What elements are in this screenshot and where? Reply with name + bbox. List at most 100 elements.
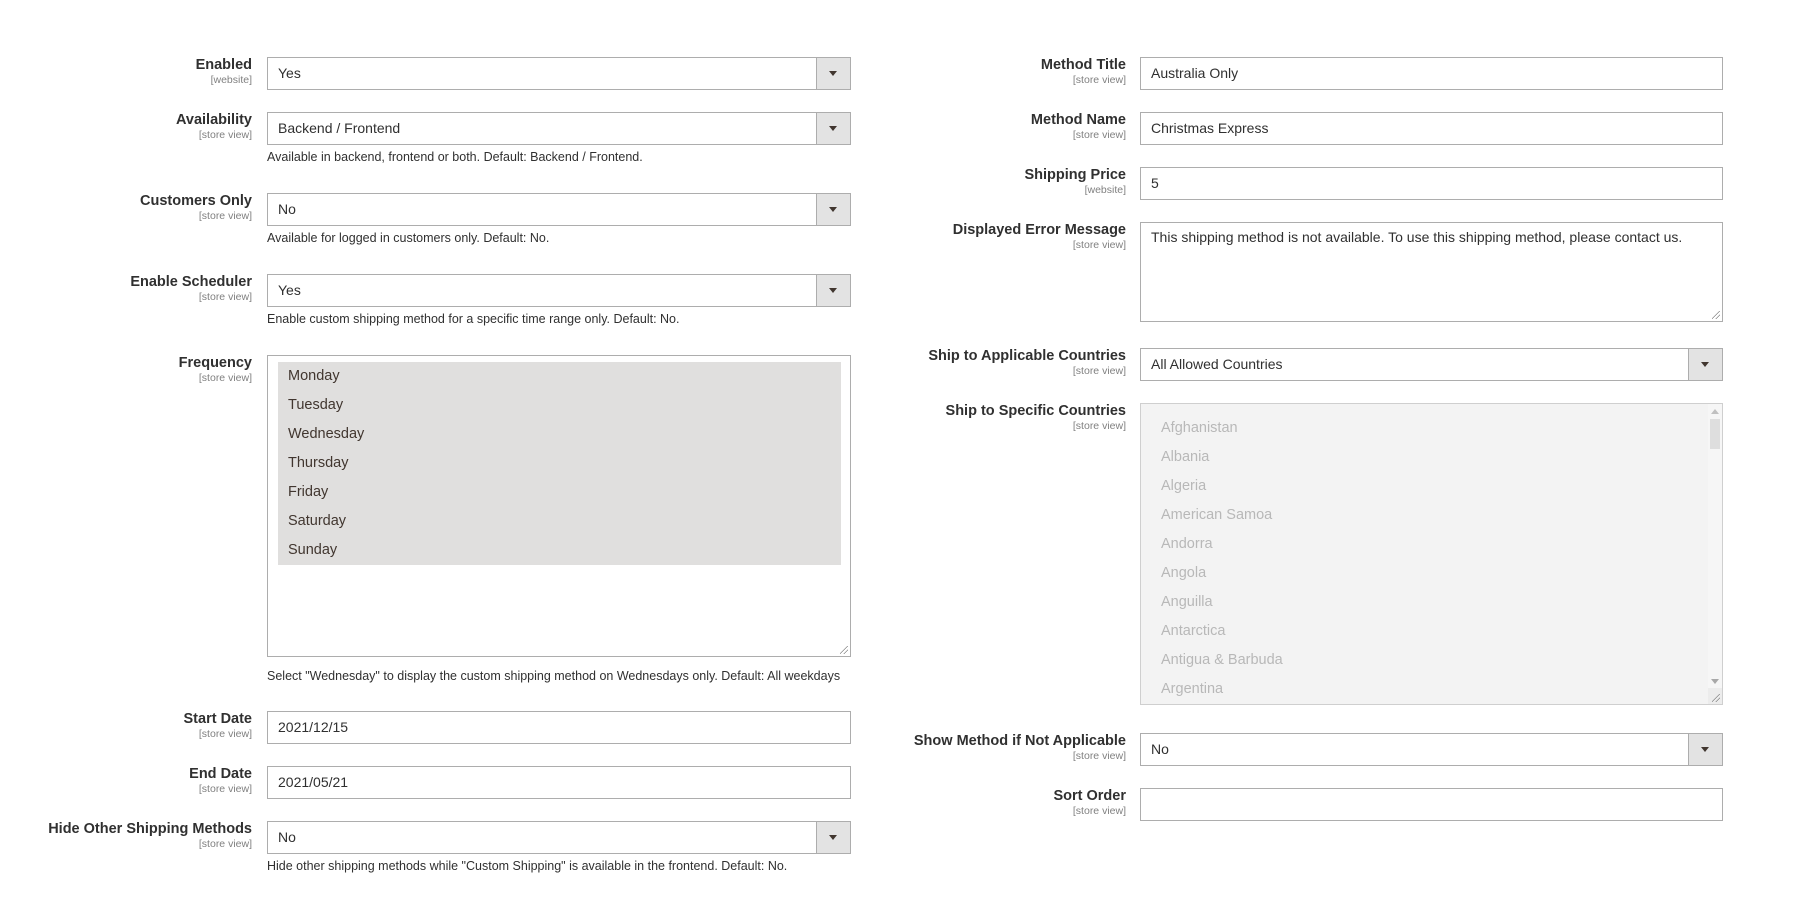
show-method-value: No xyxy=(1151,741,1169,757)
enabled-select[interactable]: Yes xyxy=(267,57,851,90)
method-name-input[interactable]: Christmas Express xyxy=(1140,112,1723,145)
sort-order-input[interactable] xyxy=(1140,788,1723,821)
scroll-up-arrow-icon[interactable] xyxy=(1711,409,1719,414)
applicable-countries-label: Ship to Applicable Countries [store view… xyxy=(928,348,1126,378)
enabled-label-text: Enabled xyxy=(195,57,252,73)
frequency-multiselect[interactable]: Monday Tuesday Wednesday Thursday Friday… xyxy=(267,355,851,657)
chevron-down-icon xyxy=(829,288,837,293)
availability-value: Backend / Frontend xyxy=(278,120,401,136)
country-option: Afghanistan xyxy=(1161,420,1238,436)
chevron-down-icon xyxy=(829,207,837,212)
country-option: Andorra xyxy=(1161,536,1213,552)
country-option: Angola xyxy=(1161,565,1207,581)
customers-only-label: Customers Only [store view] xyxy=(140,193,252,223)
specific-countries-label-text: Ship to Specific Countries xyxy=(945,403,1126,419)
method-title-input[interactable]: Australia Only xyxy=(1140,57,1723,90)
countries-scrollbar[interactable] xyxy=(1708,404,1722,704)
customers-only-note: Available for logged in customers only. … xyxy=(267,231,550,245)
customers-only-dropdown-button[interactable] xyxy=(816,194,850,225)
specific-countries-label: Ship to Specific Countries [store view] xyxy=(946,403,1126,433)
applicable-countries-label-text: Ship to Applicable Countries xyxy=(928,348,1126,364)
customers-only-label-text: Customers Only xyxy=(140,193,252,209)
method-name-label-text: Method Name xyxy=(1030,112,1126,128)
enable-scheduler-note: Enable custom shipping method for a spec… xyxy=(267,312,680,326)
sort-order-label-text: Sort Order xyxy=(1053,788,1126,804)
resize-handle-icon[interactable] xyxy=(840,646,848,654)
frequency-options: Monday Tuesday Wednesday Thursday Friday… xyxy=(278,362,841,565)
country-option: Albania xyxy=(1161,449,1210,465)
applicable-countries-scope: [store view] xyxy=(1072,365,1126,377)
availability-dropdown-button[interactable] xyxy=(816,113,850,144)
customers-only-select[interactable]: No xyxy=(267,193,851,226)
frequency-option-monday[interactable]: Monday xyxy=(278,362,841,391)
frequency-label: Frequency [store view] xyxy=(179,355,252,385)
frequency-note: Select "Wednesday" to display the custom… xyxy=(267,669,841,683)
enable-scheduler-dropdown-button[interactable] xyxy=(816,275,850,306)
start-date-scope: [store view] xyxy=(198,728,252,740)
shipping-price-label: Shipping Price [website] xyxy=(1024,167,1126,197)
frequency-option-thursday[interactable]: Thursday xyxy=(278,449,841,478)
enable-scheduler-select[interactable]: Yes xyxy=(267,274,851,307)
country-option: Antigua & Barbuda xyxy=(1161,652,1283,668)
availability-label-text: Availability xyxy=(175,112,252,128)
error-message-value: This shipping method is not available. T… xyxy=(1151,229,1683,245)
frequency-option-tuesday[interactable]: Tuesday xyxy=(278,391,841,420)
customers-only-value: No xyxy=(278,201,296,217)
applicable-countries-select[interactable]: All Allowed Countries xyxy=(1140,348,1723,381)
hide-other-label-text: Hide Other Shipping Methods xyxy=(48,821,252,837)
hide-other-scope: [store view] xyxy=(198,838,252,850)
specific-countries-multiselect[interactable]: Afghanistan Albania Algeria American Sam… xyxy=(1140,403,1723,705)
show-method-dropdown-button[interactable] xyxy=(1688,734,1722,765)
enabled-label: Enabled [website] xyxy=(196,57,252,87)
chevron-down-icon xyxy=(1701,747,1709,752)
enabled-dropdown-button[interactable] xyxy=(816,58,850,89)
country-option: Anguilla xyxy=(1161,594,1213,610)
sort-order-label: Sort Order [store view] xyxy=(1053,788,1126,818)
enable-scheduler-value: Yes xyxy=(278,282,301,298)
country-option: American Samoa xyxy=(1161,507,1273,523)
end-date-value: 2021/05/21 xyxy=(278,774,349,790)
shipping-price-value: 5 xyxy=(1151,175,1159,191)
method-name-label: Method Name [store view] xyxy=(1031,112,1126,142)
frequency-option-friday[interactable]: Friday xyxy=(278,478,841,507)
sort-order-scope: [store view] xyxy=(1072,805,1126,817)
hide-other-select[interactable]: No xyxy=(267,821,851,854)
end-date-label-text: End Date xyxy=(189,766,252,782)
availability-note: Available in backend, frontend or both. … xyxy=(267,150,643,164)
resize-handle-icon[interactable] xyxy=(1712,311,1720,319)
frequency-option-saturday[interactable]: Saturday xyxy=(278,507,841,536)
specific-countries-scope: [store view] xyxy=(1072,420,1126,432)
start-date-input[interactable]: 2021/12/15 xyxy=(267,711,851,744)
resize-corner xyxy=(1708,688,1722,704)
error-message-scope: [store view] xyxy=(1072,239,1126,251)
end-date-label: End Date [store view] xyxy=(189,766,252,796)
shipping-price-label-text: Shipping Price xyxy=(1024,167,1126,183)
enable-scheduler-scope: [store view] xyxy=(198,291,252,303)
method-name-scope: [store view] xyxy=(1072,129,1126,141)
error-message-label: Displayed Error Message [store view] xyxy=(953,222,1126,252)
end-date-input[interactable]: 2021/05/21 xyxy=(267,766,851,799)
scrollbar-thumb[interactable] xyxy=(1710,419,1720,449)
availability-select[interactable]: Backend / Frontend xyxy=(267,112,851,145)
method-title-value: Australia Only xyxy=(1151,65,1239,81)
start-date-label-text: Start Date xyxy=(183,711,253,727)
frequency-option-sunday[interactable]: Sunday xyxy=(278,536,841,565)
method-name-value: Christmas Express xyxy=(1151,120,1269,136)
show-method-label: Show Method if Not Applicable [store vie… xyxy=(914,733,1126,763)
frequency-option-wednesday[interactable]: Wednesday xyxy=(278,420,841,449)
customers-only-scope: [store view] xyxy=(198,210,252,222)
error-message-textarea[interactable]: This shipping method is not available. T… xyxy=(1140,222,1723,322)
chevron-down-icon xyxy=(829,835,837,840)
country-option: Argentina xyxy=(1161,681,1224,697)
resize-handle-icon[interactable] xyxy=(1712,694,1720,702)
chevron-down-icon xyxy=(829,71,837,76)
scroll-down-arrow-icon[interactable] xyxy=(1711,679,1719,684)
specific-countries-options: Afghanistan Albania Algeria American Sam… xyxy=(1161,414,1283,704)
hide-other-dropdown-button[interactable] xyxy=(816,822,850,853)
show-method-scope: [store view] xyxy=(1072,750,1126,762)
frequency-label-text: Frequency xyxy=(178,355,252,371)
applicable-countries-dropdown-button[interactable] xyxy=(1688,349,1722,380)
show-method-select[interactable]: No xyxy=(1140,733,1723,766)
error-message-label-text: Displayed Error Message xyxy=(952,222,1126,238)
shipping-price-input[interactable]: 5 xyxy=(1140,167,1723,200)
